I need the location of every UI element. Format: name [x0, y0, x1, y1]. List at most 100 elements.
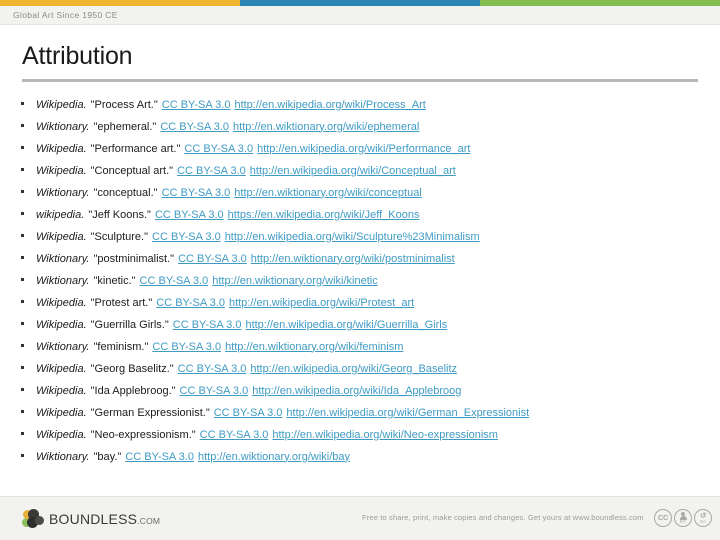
attribution-item: Wiktionary. "bay." CC BY-SA 3.0 http://en.w…	[0, 446, 720, 468]
license-link[interactable]: CC BY-SA 3.0	[162, 187, 231, 200]
attribution-source: Wiktionary.	[36, 186, 90, 199]
attribution-term: "Jeff Koons."	[88, 208, 151, 221]
license-link[interactable]: CC BY-SA 3.0	[140, 275, 209, 288]
attribution-source: Wikipedia.	[36, 318, 87, 331]
license-link[interactable]: CC BY-SA 3.0	[155, 209, 224, 222]
attribution-source: Wikipedia.	[36, 142, 87, 155]
title-section: Attribution	[0, 25, 720, 82]
attribution-source: Wiktionary.	[36, 252, 90, 265]
license-link[interactable]: CC BY-SA 3.0	[178, 363, 247, 376]
bullet-icon	[21, 146, 24, 149]
source-url-link[interactable]: https://en.wikipedia.org/wiki/Jeff_Koons	[228, 209, 420, 222]
license-link[interactable]: CC BY-SA 3.0	[162, 99, 231, 112]
license-link[interactable]: CC BY-SA 3.0	[152, 231, 221, 244]
attribution-item: Wikipedia. "Ida Applebroog." CC BY-SA 3.0 h…	[0, 380, 720, 402]
source-url-link[interactable]: http://en.wiktionary.org/wiki/postminima…	[251, 253, 455, 266]
bullet-icon	[21, 168, 24, 171]
source-url-link[interactable]: http://en.wiktionary.org/wiki/ephemeral	[233, 121, 419, 134]
bullet-icon	[21, 454, 24, 457]
attribution-source: Wiktionary.	[36, 274, 90, 287]
source-url-link[interactable]: http://en.wikipedia.org/wiki/Ida_Applebr…	[252, 385, 461, 398]
attribution-term: "Protest art."	[90, 296, 153, 309]
bullet-icon	[21, 388, 24, 391]
footer-note: Free to share, print, make copies and ch…	[362, 513, 644, 522]
license-link[interactable]: CC BY-SA 3.0	[178, 253, 247, 266]
source-url-link[interactable]: http://en.wikipedia.org/wiki/Conceptual_…	[250, 165, 456, 178]
attribution-source: Wikipedia.	[36, 384, 87, 397]
attribution-term: "Conceptual art."	[90, 164, 174, 177]
cc-sa-caption: SA	[700, 518, 706, 524]
bullet-icon	[21, 278, 24, 281]
boundless-logo: BOUNDLESS.COM	[22, 509, 160, 528]
brand-name: BOUNDLESS	[49, 510, 138, 527]
license-link[interactable]: CC BY-SA 3.0	[177, 165, 246, 178]
license-link[interactable]: CC BY-SA 3.0	[152, 341, 221, 354]
bullet-icon	[21, 212, 24, 215]
bullet-icon	[21, 124, 24, 127]
attribution-term: "bay."	[93, 450, 122, 463]
attribution-item: Wikipedia. "Protest art." CC BY-SA 3.0 http…	[0, 292, 720, 314]
attribution-term: "Georg Baselitz."	[90, 362, 174, 375]
attribution-term: "Performance art."	[90, 142, 181, 155]
cc-by-caption: BY	[680, 519, 686, 525]
attribution-item: wikipedia. "Jeff Koons." CC BY-SA 3.0 https…	[0, 204, 720, 226]
attribution-term: "Guerrilla Girls."	[90, 318, 169, 331]
bullet-icon	[21, 432, 24, 435]
band-yellow	[0, 0, 240, 6]
source-url-link[interactable]: http://en.wiktionary.org/wiki/conceptual	[234, 187, 422, 200]
creative-commons-badges: CC BY ↺ SA	[654, 509, 712, 527]
bullet-icon	[21, 344, 24, 347]
attribution-item: Wikipedia. "German Expressionist." CC BY-S…	[0, 402, 720, 424]
license-link[interactable]: CC BY-SA 3.0	[180, 385, 249, 398]
cc-by-icon: BY	[674, 509, 692, 527]
cc-icon: CC	[654, 509, 672, 527]
license-link[interactable]: CC BY-SA 3.0	[184, 143, 253, 156]
bullet-icon	[21, 366, 24, 369]
attribution-item: Wiktionary. "postminimalist." CC BY-SA 3.0…	[0, 248, 720, 270]
cc-sa-icon: ↺ SA	[694, 509, 712, 527]
source-url-link[interactable]: http://en.wiktionary.org/wiki/kinetic	[212, 275, 377, 288]
attribution-item: Wikipedia. "Process Art." CC BY-SA 3.0 http…	[0, 94, 720, 116]
attribution-term: "German Expressionist."	[90, 406, 210, 419]
attribution-source: Wikipedia.	[36, 406, 87, 419]
attribution-source: Wikipedia.	[36, 98, 87, 111]
source-url-link[interactable]: http://en.wikipedia.org/wiki/Process_Art	[234, 99, 425, 112]
page-title: Attribution	[22, 42, 133, 70]
license-link[interactable]: CC BY-SA 3.0	[160, 121, 229, 134]
source-url-link[interactable]: http://en.wikipedia.org/wiki/German_Expr…	[286, 407, 529, 420]
source-url-link[interactable]: http://en.wikipedia.org/wiki/Georg_Basel…	[250, 363, 457, 376]
brand-tld: .COM	[137, 515, 161, 526]
attribution-source: Wikipedia.	[36, 164, 87, 177]
license-link[interactable]: CC BY-SA 3.0	[200, 429, 269, 442]
source-url-link[interactable]: http://en.wiktionary.org/wiki/bay	[198, 451, 350, 464]
source-url-link[interactable]: http://en.wikipedia.org/wiki/Protest_art	[229, 297, 414, 310]
attribution-source: Wiktionary.	[36, 120, 90, 133]
license-link[interactable]: CC BY-SA 3.0	[125, 451, 194, 464]
attribution-source: wikipedia.	[36, 208, 85, 221]
license-link[interactable]: CC BY-SA 3.0	[214, 407, 283, 420]
band-green	[480, 0, 720, 6]
source-url-link[interactable]: http://en.wikipedia.org/wiki/Performance…	[257, 143, 470, 156]
attribution-term: "Ida Applebroog."	[90, 384, 176, 397]
license-link[interactable]: CC BY-SA 3.0	[156, 297, 225, 310]
license-link[interactable]: CC BY-SA 3.0	[173, 319, 242, 332]
attribution-item: Wikipedia. "Conceptual art." CC BY-SA 3.0 h…	[0, 160, 720, 182]
source-url-link[interactable]: http://en.wiktionary.org/wiki/feminism	[225, 341, 403, 354]
bullet-icon	[21, 234, 24, 237]
attribution-list: Wikipedia. "Process Art." CC BY-SA 3.0 http…	[0, 82, 720, 468]
attribution-source: Wikipedia.	[36, 230, 87, 243]
attribution-item: Wikipedia. "Sculpture." CC BY-SA 3.0 http:/…	[0, 226, 720, 248]
attribution-source: Wiktionary.	[36, 340, 90, 353]
attribution-item: Wikipedia. "Guerrilla Girls." CC BY-SA 3.0…	[0, 314, 720, 336]
source-url-link[interactable]: http://en.wikipedia.org/wiki/Neo-express…	[272, 429, 498, 442]
attribution-item: Wikipedia. "Georg Baselitz." CC BY-SA 3.0 h…	[0, 358, 720, 380]
attribution-source: Wiktionary.	[36, 450, 90, 463]
bullet-icon	[21, 102, 24, 105]
source-url-link[interactable]: http://en.wikipedia.org/wiki/Sculpture%2…	[225, 231, 480, 244]
top-color-bands	[0, 0, 720, 6]
boundless-mark-icon	[22, 509, 44, 528]
attribution-item: Wikipedia. "Performance art." CC BY-SA 3.0…	[0, 138, 720, 160]
bullet-icon	[21, 190, 24, 193]
source-url-link[interactable]: http://en.wikipedia.org/wiki/Guerrilla_G…	[245, 319, 447, 332]
attribution-term: "feminism."	[93, 340, 149, 353]
